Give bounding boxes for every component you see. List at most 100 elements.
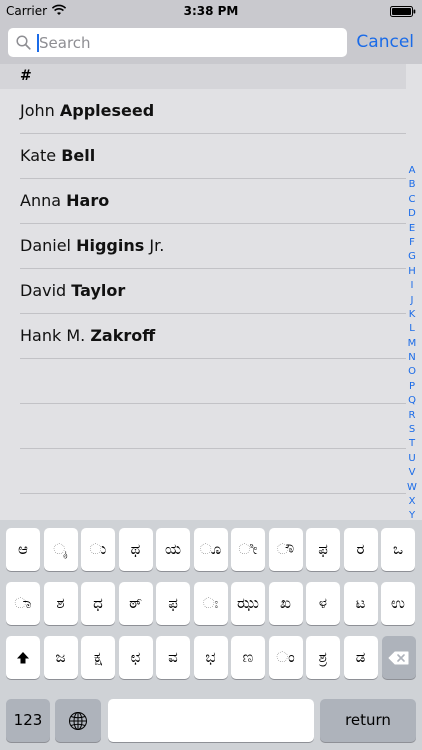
index-letter[interactable]: E [405, 222, 419, 236]
index-letter[interactable]: W [405, 481, 419, 495]
index-letter[interactable]: K [405, 308, 419, 322]
keyboard-key[interactable]: ಧ [81, 582, 115, 625]
globe-key[interactable] [55, 699, 101, 742]
contact-row[interactable]: Anna Haro [20, 179, 406, 224]
key-label: ಆ [18, 540, 28, 558]
index-letter[interactable]: V [405, 466, 419, 480]
shift-icon [17, 651, 29, 663]
keyboard-key[interactable]: ಟ [343, 582, 378, 625]
keyboard-key[interactable]: ಕ್ಷ [81, 636, 115, 679]
keyboard-key[interactable]: ಫ [156, 582, 190, 625]
space-key[interactable] [108, 699, 314, 742]
index-letter[interactable]: U [405, 452, 419, 466]
status-time: 3:38 PM [183, 4, 239, 18]
index-letter[interactable]: C [405, 193, 419, 207]
index-letter[interactable]: I [405, 279, 419, 293]
keyboard-key[interactable]: ಉ [381, 582, 415, 625]
index-letter[interactable]: S [405, 423, 419, 437]
contact-first-name: David [20, 281, 72, 300]
keyboard-key[interactable]: ಖ [268, 582, 303, 625]
index-letter[interactable]: P [405, 380, 419, 394]
index-letter[interactable]: J [405, 294, 419, 308]
keyboard-key[interactable]: ಜ [43, 636, 78, 679]
key-label: ೂ [199, 540, 222, 558]
key-label: ಖ [280, 594, 291, 612]
index-letter[interactable]: F [405, 236, 419, 250]
number-mode-key[interactable]: 123 [6, 699, 50, 742]
keyboard-key[interactable]: ಂ [268, 636, 303, 679]
key-label: ಭ [205, 648, 216, 666]
key-label: ಳ [318, 594, 328, 612]
keyboard-key[interactable]: ೂ [193, 528, 228, 571]
index-letter[interactable]: R [405, 409, 419, 423]
keyboard-key[interactable]: ಠ್ [118, 582, 153, 625]
key-label: ರ [356, 540, 365, 558]
index-letter[interactable]: M [405, 337, 419, 351]
index-letter[interactable]: X [405, 495, 419, 509]
empty-row [20, 404, 406, 449]
index-letter[interactable]: A [405, 164, 419, 178]
contact-row[interactable]: John Appleseed [20, 89, 406, 134]
search-header: Carrier 3:38 PM Cancel [0, 0, 422, 64]
keyboard-key[interactable]: ು [81, 528, 115, 571]
index-letter[interactable]: O [405, 365, 419, 379]
keyboard-key[interactable]: ಛ [118, 636, 153, 679]
keyboard-key[interactable]: ಾ [6, 582, 40, 625]
keyboard-key[interactable]: ಶ [43, 582, 78, 625]
key-label: ಣ [242, 648, 254, 666]
index-letter[interactable]: N [405, 351, 419, 365]
search-input[interactable] [36, 30, 339, 55]
index-letter[interactable]: L [405, 322, 419, 336]
index-letter[interactable]: Q [405, 394, 419, 408]
contact-first-name: Kate [20, 146, 62, 165]
index-letter[interactable]: D [405, 207, 419, 221]
contact-row[interactable]: Daniel Higgins Jr. [20, 224, 406, 269]
key-label: ಂ [276, 648, 295, 666]
index-letter[interactable]: G [405, 250, 419, 264]
keyboard-key[interactable]: ೀ [231, 528, 265, 571]
search-field[interactable] [8, 28, 347, 57]
keyboard-key[interactable]: ಫ [306, 528, 340, 571]
key-label: ಯ [164, 540, 182, 558]
keyboard-key[interactable]: ೖ [43, 528, 78, 571]
contacts-list-dimmed[interactable]: # John Appleseed Kate Bell Anna Haro Daniel… [0, 64, 422, 550]
shift-key[interactable] [6, 636, 40, 679]
keyboard-key[interactable]: ಳ [306, 582, 340, 625]
keyboard-key[interactable]: ಡ [343, 636, 378, 679]
contact-row[interactable]: Hank M. Zakroff [20, 314, 406, 359]
index-letter[interactable]: T [405, 437, 419, 451]
keyboard-key[interactable]: ಝು [231, 582, 265, 625]
delete-key[interactable] [382, 636, 416, 679]
cancel-button[interactable]: Cancel [356, 28, 414, 57]
contact-first-name: John [20, 101, 60, 120]
keyboard-key[interactable]: ಯ [156, 528, 190, 571]
key-label: ಡ [355, 648, 366, 666]
keyboard-key[interactable]: ಒ [381, 528, 415, 571]
contact-row[interactable]: Kate Bell [20, 134, 406, 179]
keyboard-key[interactable]: ಣ [231, 636, 265, 679]
index-letter[interactable]: B [405, 178, 419, 192]
key-label: ು [89, 540, 107, 558]
keyboard-key[interactable]: ೌ [268, 528, 303, 571]
key-label: ಟ [355, 594, 366, 612]
empty-row [20, 359, 406, 404]
contact-suffix: Jr. [144, 236, 165, 255]
index-letter[interactable]: H [405, 265, 419, 279]
keyboard-key[interactable]: ಭ [193, 636, 228, 679]
contact-last-name: Higgins [76, 236, 145, 255]
keyboard-key[interactable]: ರ [343, 528, 378, 571]
contact-last-name: Haro [66, 191, 110, 210]
keyboard-key[interactable]: ಆ [6, 528, 40, 571]
keyboard-key[interactable]: ಶ್ರ [306, 636, 340, 679]
key-label: ೖ [53, 540, 68, 558]
keyboard-key[interactable]: ಃ [193, 582, 228, 625]
key-label: ಾ [14, 594, 32, 612]
contacts-search-screen: Carrier 3:38 PM Cancel # [0, 0, 422, 750]
return-key[interactable]: return [320, 699, 416, 742]
section-index-bar[interactable]: ABCDEFGHIJKLMNOPQRSTUVWXYZ# [405, 164, 419, 553]
contact-row[interactable]: David Taylor [20, 269, 406, 314]
key-label: 123 [13, 711, 43, 729]
keyboard-key[interactable]: ಥ [118, 528, 153, 571]
keyboard-key[interactable]: ವ [156, 636, 190, 679]
key-label: ಫ [318, 540, 328, 558]
